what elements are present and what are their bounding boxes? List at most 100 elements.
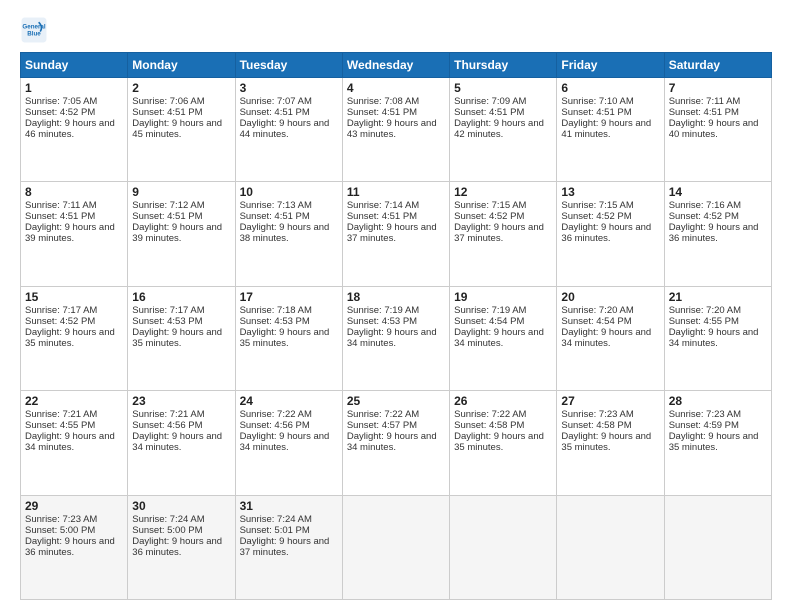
sunset-label: Sunset: 5:00 PM: [132, 525, 202, 536]
day-number: 12: [454, 185, 552, 199]
sunset-label: Sunset: 4:52 PM: [454, 211, 524, 222]
daylight-label: Daylight: 9 hours and 40 minutes.: [669, 118, 759, 140]
sunset-label: Sunset: 4:51 PM: [347, 107, 417, 118]
daylight-label: Daylight: 9 hours and 43 minutes.: [347, 118, 437, 140]
day-number: 24: [240, 394, 338, 408]
sunset-label: Sunset: 4:56 PM: [132, 420, 202, 431]
daylight-label: Daylight: 9 hours and 41 minutes.: [561, 118, 651, 140]
calendar-cell: 30Sunrise: 7:24 AMSunset: 5:00 PMDayligh…: [128, 495, 235, 599]
sunset-label: Sunset: 4:51 PM: [132, 211, 202, 222]
day-number: 25: [347, 394, 445, 408]
daylight-label: Daylight: 9 hours and 37 minutes.: [454, 222, 544, 244]
calendar-day-header: Sunday: [21, 53, 128, 78]
calendar-cell: 12Sunrise: 7:15 AMSunset: 4:52 PMDayligh…: [450, 182, 557, 286]
daylight-label: Daylight: 9 hours and 36 minutes.: [669, 222, 759, 244]
daylight-label: Daylight: 9 hours and 34 minutes.: [347, 431, 437, 453]
sunset-label: Sunset: 4:55 PM: [25, 420, 95, 431]
sunrise-label: Sunrise: 7:19 AM: [347, 305, 419, 316]
calendar-cell: 31Sunrise: 7:24 AMSunset: 5:01 PMDayligh…: [235, 495, 342, 599]
sunrise-label: Sunrise: 7:11 AM: [669, 96, 741, 107]
sunrise-label: Sunrise: 7:06 AM: [132, 96, 204, 107]
day-number: 11: [347, 185, 445, 199]
calendar-day-header: Thursday: [450, 53, 557, 78]
sunset-label: Sunset: 4:51 PM: [240, 107, 310, 118]
sunset-label: Sunset: 4:51 PM: [561, 107, 631, 118]
daylight-label: Daylight: 9 hours and 35 minutes.: [561, 431, 651, 453]
sunrise-label: Sunrise: 7:20 AM: [669, 305, 741, 316]
day-number: 1: [25, 81, 123, 95]
sunset-label: Sunset: 4:55 PM: [669, 316, 739, 327]
sunrise-label: Sunrise: 7:23 AM: [669, 409, 741, 420]
sunset-label: Sunset: 4:52 PM: [561, 211, 631, 222]
day-number: 13: [561, 185, 659, 199]
calendar-cell: 27Sunrise: 7:23 AMSunset: 4:58 PMDayligh…: [557, 391, 664, 495]
sunrise-label: Sunrise: 7:10 AM: [561, 96, 633, 107]
calendar-cell: 7Sunrise: 7:11 AMSunset: 4:51 PMDaylight…: [664, 78, 771, 182]
sunrise-label: Sunrise: 7:18 AM: [240, 305, 312, 316]
sunrise-label: Sunrise: 7:21 AM: [132, 409, 204, 420]
sunset-label: Sunset: 4:56 PM: [240, 420, 310, 431]
calendar-cell: 13Sunrise: 7:15 AMSunset: 4:52 PMDayligh…: [557, 182, 664, 286]
daylight-label: Daylight: 9 hours and 36 minutes.: [132, 536, 222, 558]
sunset-label: Sunset: 4:51 PM: [454, 107, 524, 118]
day-number: 8: [25, 185, 123, 199]
day-number: 31: [240, 499, 338, 513]
day-number: 15: [25, 290, 123, 304]
day-number: 18: [347, 290, 445, 304]
logo-icon: General Blue: [20, 16, 48, 44]
sunrise-label: Sunrise: 7:17 AM: [25, 305, 97, 316]
day-number: 3: [240, 81, 338, 95]
sunset-label: Sunset: 4:53 PM: [132, 316, 202, 327]
daylight-label: Daylight: 9 hours and 35 minutes.: [132, 327, 222, 349]
daylight-label: Daylight: 9 hours and 37 minutes.: [240, 536, 330, 558]
daylight-label: Daylight: 9 hours and 35 minutes.: [669, 431, 759, 453]
calendar-cell: 23Sunrise: 7:21 AMSunset: 4:56 PMDayligh…: [128, 391, 235, 495]
day-number: 22: [25, 394, 123, 408]
sunset-label: Sunset: 4:51 PM: [240, 211, 310, 222]
day-number: 19: [454, 290, 552, 304]
sunrise-label: Sunrise: 7:20 AM: [561, 305, 633, 316]
daylight-label: Daylight: 9 hours and 35 minutes.: [240, 327, 330, 349]
sunrise-label: Sunrise: 7:12 AM: [132, 200, 204, 211]
calendar-cell: 1Sunrise: 7:05 AMSunset: 4:52 PMDaylight…: [21, 78, 128, 182]
sunset-label: Sunset: 4:57 PM: [347, 420, 417, 431]
calendar-cell: [342, 495, 449, 599]
day-number: 27: [561, 394, 659, 408]
sunset-label: Sunset: 4:51 PM: [132, 107, 202, 118]
daylight-label: Daylight: 9 hours and 34 minutes.: [240, 431, 330, 453]
day-number: 21: [669, 290, 767, 304]
calendar-cell: 6Sunrise: 7:10 AMSunset: 4:51 PMDaylight…: [557, 78, 664, 182]
sunset-label: Sunset: 4:54 PM: [561, 316, 631, 327]
calendar-cell: [557, 495, 664, 599]
calendar-cell: 3Sunrise: 7:07 AMSunset: 4:51 PMDaylight…: [235, 78, 342, 182]
day-number: 17: [240, 290, 338, 304]
sunset-label: Sunset: 5:00 PM: [25, 525, 95, 536]
day-number: 30: [132, 499, 230, 513]
sunrise-label: Sunrise: 7:08 AM: [347, 96, 419, 107]
calendar-cell: 8Sunrise: 7:11 AMSunset: 4:51 PMDaylight…: [21, 182, 128, 286]
calendar-cell: 10Sunrise: 7:13 AMSunset: 4:51 PMDayligh…: [235, 182, 342, 286]
sunrise-label: Sunrise: 7:24 AM: [240, 514, 312, 525]
sunrise-label: Sunrise: 7:23 AM: [25, 514, 97, 525]
daylight-label: Daylight: 9 hours and 35 minutes.: [25, 327, 115, 349]
sunset-label: Sunset: 4:58 PM: [561, 420, 631, 431]
daylight-label: Daylight: 9 hours and 34 minutes.: [347, 327, 437, 349]
daylight-label: Daylight: 9 hours and 37 minutes.: [347, 222, 437, 244]
sunset-label: Sunset: 4:52 PM: [25, 316, 95, 327]
calendar-cell: 19Sunrise: 7:19 AMSunset: 4:54 PMDayligh…: [450, 286, 557, 390]
daylight-label: Daylight: 9 hours and 46 minutes.: [25, 118, 115, 140]
day-number: 23: [132, 394, 230, 408]
calendar-cell: 22Sunrise: 7:21 AMSunset: 4:55 PMDayligh…: [21, 391, 128, 495]
day-number: 26: [454, 394, 552, 408]
sunrise-label: Sunrise: 7:17 AM: [132, 305, 204, 316]
day-number: 10: [240, 185, 338, 199]
day-number: 2: [132, 81, 230, 95]
daylight-label: Daylight: 9 hours and 36 minutes.: [561, 222, 651, 244]
page: General Blue SundayMondayTuesdayWednesda…: [0, 0, 792, 612]
sunset-label: Sunset: 4:52 PM: [669, 211, 739, 222]
sunset-label: Sunset: 4:53 PM: [240, 316, 310, 327]
day-number: 6: [561, 81, 659, 95]
sunset-label: Sunset: 4:58 PM: [454, 420, 524, 431]
calendar-day-header: Monday: [128, 53, 235, 78]
calendar-cell: 9Sunrise: 7:12 AMSunset: 4:51 PMDaylight…: [128, 182, 235, 286]
